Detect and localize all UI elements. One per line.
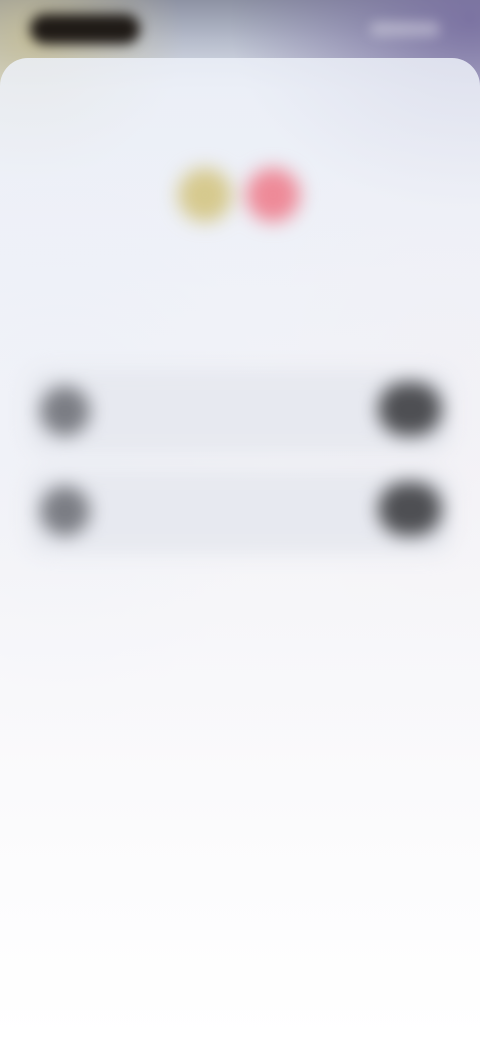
app-logo-pink-icon bbox=[246, 168, 300, 222]
option-card-1[interactable] bbox=[28, 370, 452, 454]
status-time-pill bbox=[30, 14, 140, 44]
option-action-button[interactable] bbox=[378, 482, 442, 536]
status-bar bbox=[0, 0, 480, 56]
app-logo-yellow-icon bbox=[178, 168, 232, 222]
option-icon bbox=[40, 486, 90, 536]
option-action-button[interactable] bbox=[378, 382, 442, 436]
app-logos bbox=[178, 168, 308, 222]
option-icon bbox=[40, 386, 90, 436]
option-card-2[interactable] bbox=[28, 470, 452, 554]
status-indicators bbox=[370, 22, 440, 36]
